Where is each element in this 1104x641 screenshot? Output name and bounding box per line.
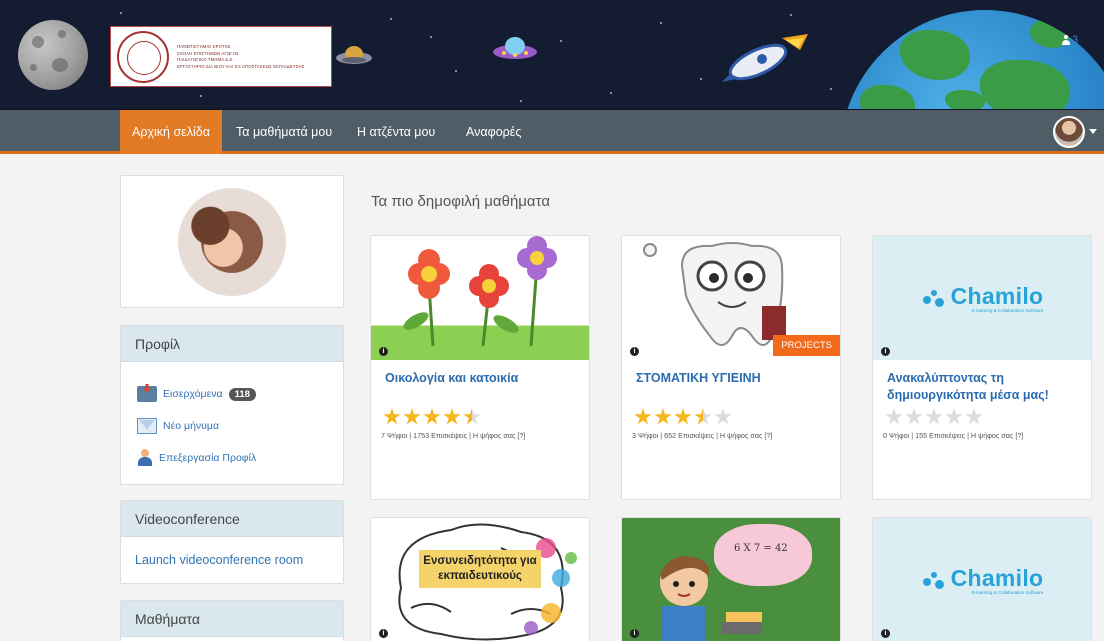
star-empty-icon[interactable]: [925, 408, 943, 425]
earth-illustration: [840, 10, 1104, 109]
chamilo-mark-icon: [921, 570, 947, 590]
main-navbar: Αρχική σελίδα Τα μαθήματά μου Η ατζέντα …: [0, 110, 1104, 154]
info-icon[interactable]: i: [881, 347, 890, 356]
star-empty-icon[interactable]: [885, 408, 903, 425]
nav-item-my-courses[interactable]: Τα μαθήματά μου: [224, 110, 344, 154]
chamilo-mark-icon: [921, 288, 947, 308]
info-icon[interactable]: i: [881, 629, 890, 638]
rocket-icon: [722, 34, 808, 82]
videoconference-panel-title: Videoconference: [121, 501, 343, 537]
course-title[interactable]: Ανακαλύπτοντας τη δημιουργικότητα μέσα μ…: [873, 360, 1091, 404]
nav-item-reports[interactable]: Αναφορές: [454, 110, 533, 154]
course-card[interactable]: i Οικολογία και κατοικία 7 Ψήφοι | 1753 …: [370, 235, 590, 500]
course-card[interactable]: Chamilo E-learning & Collaboration Softw…: [872, 235, 1092, 500]
edit-profile-link[interactable]: Επεξεργασία Προφίλ: [121, 442, 343, 474]
user-icon: [1062, 35, 1070, 45]
star-icon[interactable]: [423, 408, 441, 425]
profile-panel-title: Προφίλ: [121, 326, 343, 362]
course-title[interactable]: Οικολογία και κατοικία: [371, 360, 589, 387]
rating-stars[interactable]: [634, 408, 732, 426]
brain-course-label: Ενσυνειδητότητα για εκπαιδευτικούς: [419, 550, 541, 588]
site-header: ΠΑΝΕΠΙΣΤΗΜΙΟ ΚΡΗΤΗΣ ΣΧΟΛΗ ΕΠΙΣΤΗΜΩΝ ΑΓΩΓ…: [0, 0, 1104, 110]
profile-picture-panel: [120, 175, 344, 308]
kid-illustration: [660, 556, 762, 641]
star-empty-icon[interactable]: [714, 408, 732, 425]
star-icon[interactable]: [403, 408, 421, 425]
star-empty-icon[interactable]: [965, 408, 983, 425]
projects-tag: PROJECTS: [773, 335, 840, 356]
course-card[interactable]: Chamilo E-learning & Collaboration Softw…: [872, 517, 1092, 641]
info-icon[interactable]: i: [630, 629, 639, 638]
course-card[interactable]: Ενσυνειδητότητα για εκπαιδευτικούς i: [370, 517, 590, 641]
course-card[interactable]: i PROJECTS ΣΤΟΜΑΤΙΚΗ ΥΓΙΕΙΝΗ 3 Ψήφοι | 6…: [621, 235, 841, 500]
launch-videoconference-link[interactable]: Launch videoconference room: [121, 537, 343, 567]
flowers-illustration: [403, 236, 557, 347]
course-title[interactable]: ΣΤΟΜΑΤΙΚΗ ΥΓΙΕΙΝΗ: [622, 360, 840, 387]
info-icon[interactable]: i: [630, 347, 639, 356]
nav-item-my-agenda[interactable]: Η ατζέντα μου: [345, 110, 447, 154]
star-half-icon[interactable]: [694, 408, 712, 425]
videoconference-panel: Videoconference Launch videoconference r…: [120, 500, 344, 584]
star-icon[interactable]: [634, 408, 652, 425]
nav-item-home[interactable]: Αρχική σελίδα: [120, 110, 222, 154]
ufo-icon: [493, 37, 537, 59]
user-edit-icon: [137, 449, 153, 467]
moon-illustration: [18, 20, 88, 90]
university-logo[interactable]: ΠΑΝΕΠΙΣΤΗΜΙΟ ΚΡΗΤΗΣ ΣΧΟΛΗ ΕΠΙΣΤΗΜΩΝ ΑΓΩΓ…: [110, 26, 332, 87]
rating-stars[interactable]: [885, 408, 983, 426]
university-logo-text: ΠΑΝΕΠΙΣΤΗΜΙΟ ΚΡΗΤΗΣ ΣΧΟΛΗ ΕΠΙΣΤΗΜΩΝ ΑΓΩΓ…: [177, 44, 305, 69]
course-meta: 3 Ψήφοι | 652 Επισκέψεις | Η ψήφος σας […: [632, 431, 773, 440]
course-card[interactable]: 6 X 7 = 42 i: [621, 517, 841, 641]
info-icon[interactable]: i: [379, 629, 388, 638]
course-thumbnail[interactable]: i PROJECTS: [622, 236, 840, 360]
course-meta: 0 Ψήφοι | 155 Επισκέψεις | Η ψήφος σας […: [883, 431, 1024, 440]
course-meta: 7 Ψήφοι | 1753 Επισκέψεις | Η ψήφος σας …: [381, 431, 526, 440]
chamilo-logo: Chamilo E-learning & Collaboration Softw…: [921, 283, 1043, 313]
popular-courses-title: Τα πιο δημοφιλή μαθήματα: [371, 193, 550, 210]
chevron-down-icon[interactable]: [1089, 129, 1097, 134]
new-message-link[interactable]: Νέο μήνυμα: [121, 410, 343, 442]
profile-panel: Προφίλ Εισερχόμενα 118 Νέο μήνυμα Επεξερ…: [120, 325, 344, 485]
chamilo-logo: Chamilo E-learning & Collaboration Softw…: [921, 565, 1043, 595]
info-icon[interactable]: i: [379, 347, 388, 356]
rating-stars[interactable]: [383, 408, 481, 426]
inbox-link[interactable]: Εισερχόμενα 118: [121, 378, 343, 410]
course-thumbnail[interactable]: i: [371, 236, 589, 360]
online-users-indicator[interactable]: 3: [1062, 34, 1078, 46]
star-empty-icon[interactable]: [945, 408, 963, 425]
university-seal-icon: [117, 30, 169, 83]
star-icon[interactable]: [654, 408, 672, 425]
star-icon[interactable]: [674, 408, 692, 425]
inbox-count-badge: 118: [228, 387, 256, 401]
course-thumbnail[interactable]: Chamilo E-learning & Collaboration Softw…: [873, 518, 1091, 641]
course-thumbnail[interactable]: Ενσυνειδητότητα για εκπαιδευτικούς i: [371, 518, 589, 641]
star-half-icon[interactable]: [463, 408, 481, 425]
ufo-icon: [336, 46, 372, 64]
courses-panel: Μαθήματα: [120, 600, 344, 641]
star-icon[interactable]: [443, 408, 461, 425]
star-empty-icon[interactable]: [905, 408, 923, 425]
inbox-icon: [137, 386, 157, 402]
profile-picture[interactable]: [178, 188, 286, 296]
envelope-icon: [137, 418, 157, 434]
course-thumbnail[interactable]: 6 X 7 = 42 i: [622, 518, 840, 641]
courses-panel-title: Μαθήματα: [121, 601, 343, 637]
course-thumbnail[interactable]: Chamilo E-learning & Collaboration Softw…: [873, 236, 1091, 360]
star-icon[interactable]: [383, 408, 401, 425]
user-avatar[interactable]: [1053, 116, 1085, 148]
